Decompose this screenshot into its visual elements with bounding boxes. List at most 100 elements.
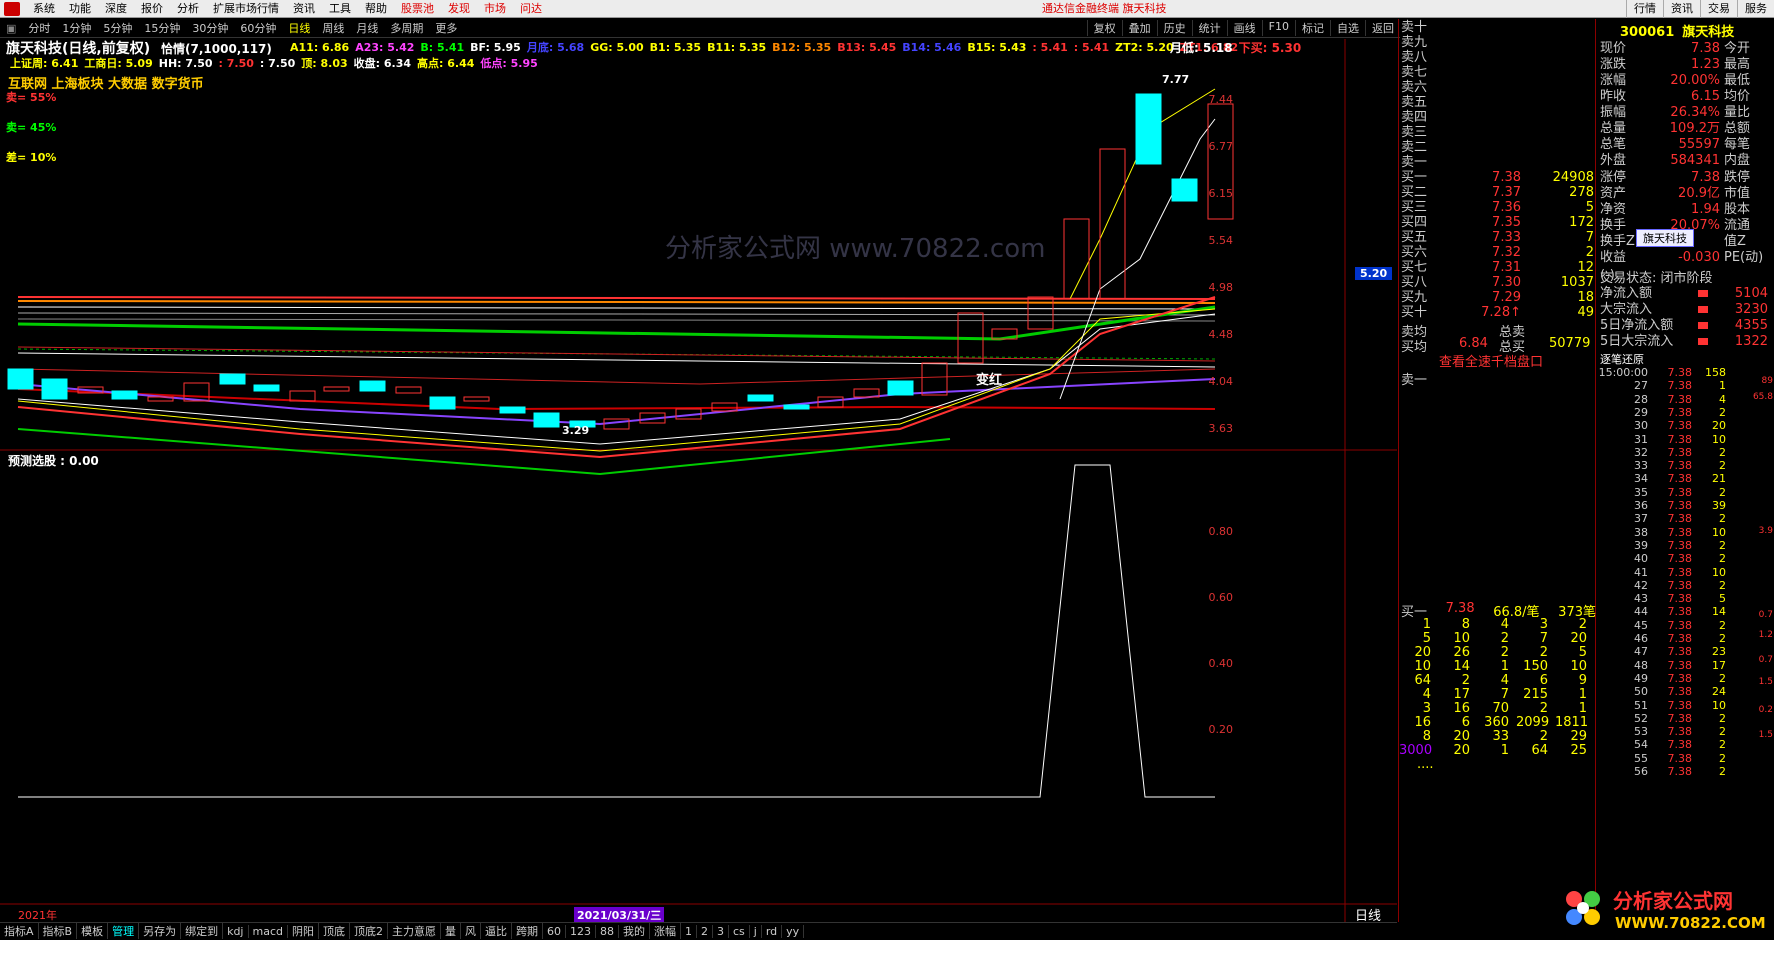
tick-price: 7.38: [1667, 445, 1693, 459]
menu-item-right[interactable]: 服务: [1737, 0, 1774, 18]
menu-item[interactable]: 分析: [170, 0, 206, 18]
kline-chart-area[interactable]: 旗天科技(日线,前复权) 恰情(7,1000,117) A11: 6.86 A23…: [0, 39, 1397, 924]
menu-item[interactable]: 深度: [98, 0, 134, 18]
menu-item-right[interactable]: 行情: [1626, 0, 1663, 18]
tick-row: 52 7.38 2: [1598, 712, 1774, 725]
tick-vol: 4: [1719, 392, 1726, 406]
tick-vol: 10: [1712, 432, 1726, 446]
indicator-tab[interactable]: rd: [762, 924, 783, 938]
tool-button[interactable]: 叠加: [1121, 20, 1157, 36]
queue-cell: 64: [1531, 743, 1548, 758]
indicator-tab[interactable]: 涨幅: [650, 923, 681, 939]
orderbook-summary: 买均: [1401, 340, 1428, 355]
indicator-tab[interactable]: 管理: [108, 923, 140, 939]
tick-row: 53 7.38 2: [1598, 725, 1774, 738]
candle: [359, 380, 386, 392]
indicator-tab[interactable]: 123: [566, 924, 596, 938]
indicator-tab[interactable]: 60: [543, 924, 566, 938]
indicator-tab[interactable]: 指标B: [39, 923, 78, 939]
indicator-value: A11: 6.86: [290, 41, 350, 54]
indicator-value: B12: 5.35: [772, 41, 832, 54]
menu-item[interactable]: 系统: [26, 0, 62, 18]
candle: [395, 386, 422, 394]
tool-button[interactable]: 复权: [1086, 20, 1122, 36]
indicator-tab[interactable]: 跨期: [512, 923, 543, 939]
queue-cell: 2: [1539, 701, 1548, 716]
period-tab[interactable]: 60分钟: [234, 20, 282, 36]
tick-price: 7.38: [1667, 459, 1693, 473]
period-tab[interactable]: 周线: [316, 20, 350, 36]
tool-button[interactable]: 画线: [1226, 20, 1262, 36]
menu-item-highlight[interactable]: 问达: [513, 0, 549, 18]
menu-item[interactable]: 报价: [134, 0, 170, 18]
tick-vol: 2: [1719, 711, 1726, 725]
indicator-tab[interactable]: cs: [729, 924, 750, 938]
cloud-tag[interactable]: 旗天科技: [1636, 229, 1694, 247]
indicator-tab[interactable]: 3: [713, 924, 729, 938]
menu-item[interactable]: 扩展市场行情: [206, 0, 286, 18]
period-tab[interactable]: 15分钟: [138, 20, 186, 36]
candle: [1171, 178, 1198, 202]
indicator-tab[interactable]: 指标A: [0, 923, 39, 939]
tick-vol: 21: [1712, 472, 1726, 486]
tick-side-value: 89: [1761, 376, 1773, 386]
period-tab[interactable]: 5分钟: [97, 20, 138, 36]
menu-item[interactable]: 帮助: [358, 0, 394, 18]
menu-item-highlight[interactable]: 市场: [477, 0, 513, 18]
period-tab[interactable]: 分时: [22, 20, 56, 36]
tool-button[interactable]: 统计: [1191, 20, 1227, 36]
indicator-tab[interactable]: macd: [249, 924, 288, 938]
indicator-tab[interactable]: 逼比: [481, 923, 512, 939]
indicator-value: HH: 7.50: [158, 57, 213, 70]
view-full-depth-link[interactable]: 查看全速千档盘口: [1439, 351, 1543, 370]
indicator-tab[interactable]: kdj: [223, 924, 249, 938]
indicator-tab[interactable]: j: [750, 924, 762, 938]
indicator-tab[interactable]: 量: [441, 923, 461, 939]
tick-row: 44 7.38 14: [1598, 605, 1774, 618]
tick-vol: 1: [1719, 379, 1726, 393]
menu-item-right[interactable]: 交易: [1700, 0, 1737, 18]
menu-item[interactable]: 工具: [322, 0, 358, 18]
indicator-tab[interactable]: 另存为: [139, 923, 182, 939]
indicator-tab[interactable]: 顶底: [319, 923, 350, 939]
period-tab[interactable]: 多周期: [384, 20, 429, 36]
menu-item-right[interactable]: 资讯: [1663, 0, 1700, 18]
menu-item-highlight[interactable]: 股票池: [394, 0, 441, 18]
tick-vol: 2: [1719, 738, 1726, 752]
indicator-tab[interactable]: yy: [782, 924, 805, 938]
year-label: 2021年: [18, 909, 57, 922]
indicator-tab[interactable]: 88: [596, 924, 619, 938]
candle: [429, 396, 456, 410]
period-tab[interactable]: 日线: [282, 20, 316, 36]
tick-time: 36: [1634, 499, 1648, 512]
tool-button[interactable]: 历史: [1156, 20, 1192, 36]
tool-button[interactable]: 返回: [1365, 20, 1400, 36]
tool-button[interactable]: 自选: [1330, 20, 1365, 36]
indicator-tab[interactable]: 模板: [77, 923, 109, 939]
indicator-tab[interactable]: 主力意愿: [388, 923, 441, 939]
tool-button[interactable]: 标记: [1295, 20, 1330, 36]
indicator-tab[interactable]: 阴阳: [288, 923, 319, 939]
candle: [887, 380, 914, 396]
menu-item-highlight[interactable]: 发现: [441, 0, 477, 18]
queue-cell: 2: [1500, 631, 1509, 646]
indicator-tab[interactable]: 风: [461, 923, 481, 939]
indicator-name[interactable]: 恰情(7,1000,117): [161, 42, 272, 56]
period-tab[interactable]: 30分钟: [186, 20, 234, 36]
indicator-tab[interactable]: 绑定到: [181, 923, 224, 939]
period-tab[interactable]: 月线: [350, 20, 384, 36]
flow-bar: [1698, 290, 1708, 297]
tick-time: 50: [1634, 685, 1648, 699]
menu-item[interactable]: 功能: [62, 0, 98, 18]
indicator-tab[interactable]: 1: [681, 924, 697, 938]
indicator-tab[interactable]: 顶底2: [350, 923, 388, 939]
queue-more: ....: [1417, 757, 1434, 772]
indicator-tab[interactable]: 我的: [619, 923, 650, 939]
period-tab[interactable]: 1分钟: [56, 20, 97, 36]
menu-item[interactable]: 资讯: [286, 0, 322, 18]
tool-button[interactable]: F10: [1261, 20, 1295, 36]
period-tab[interactable]: 更多: [429, 20, 463, 36]
indicator-tab[interactable]: 2: [697, 924, 713, 938]
indicator-value: B11: 5.35: [707, 41, 767, 54]
orderbook-summary: 50779: [1549, 336, 1591, 351]
